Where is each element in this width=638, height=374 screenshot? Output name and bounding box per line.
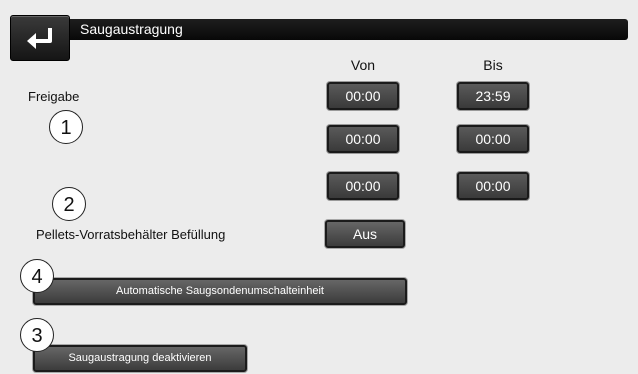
page-title: Saugaustragung [70,19,628,40]
freigabe-label: Freigabe [28,89,80,104]
callout-3: 3 [20,318,54,352]
callout-1: 1 [49,110,83,144]
pellets-fill-toggle[interactable]: Aus [325,220,405,248]
back-button[interactable] [10,15,70,61]
time-bis-3[interactable]: 00:00 [457,172,529,200]
deactivate-button[interactable]: Saugaustragung deaktivieren [33,345,247,372]
time-bis-1[interactable]: 23:59 [457,82,529,110]
callout-2: 2 [52,187,86,221]
time-von-1[interactable]: 00:00 [327,82,399,110]
auto-switch-unit-button[interactable]: Automatische Saugsondenumschalteinheit [33,278,407,305]
column-header-von: Von [350,57,376,73]
time-bis-2[interactable]: 00:00 [457,125,529,153]
callout-4: 4 [20,259,54,293]
column-header-bis: Bis [483,57,503,73]
pellets-fill-label: Pellets-Vorratsbehälter Befüllung [36,227,226,242]
return-arrow-icon [27,28,52,49]
time-von-2[interactable]: 00:00 [327,125,399,153]
time-von-3[interactable]: 00:00 [327,172,399,200]
